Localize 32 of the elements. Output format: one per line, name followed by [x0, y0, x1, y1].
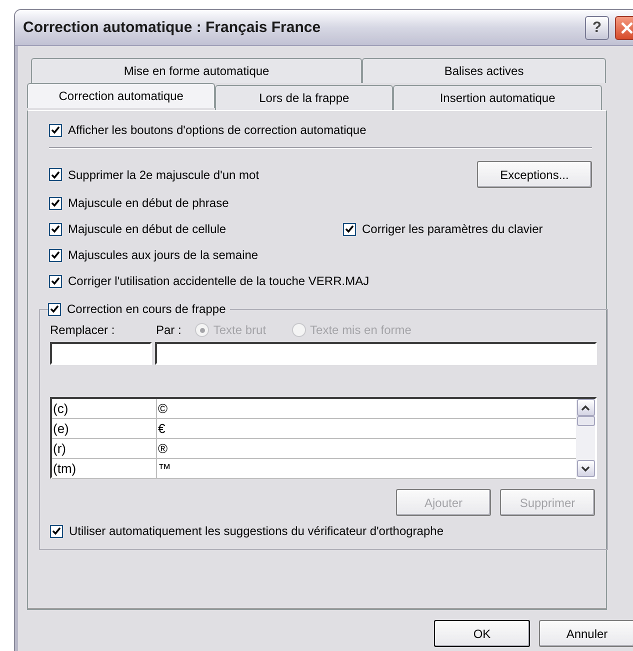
checkbox-label: Supprimer la 2e majuscule d'un mot	[68, 168, 260, 182]
dialog-button[interactable]: Annuler	[539, 620, 633, 647]
tab[interactable]: Lors de la frappe	[215, 85, 394, 110]
table-cell-text: ™	[157, 460, 172, 478]
replace-label: Remplacer :	[50, 323, 116, 337]
checkbox-option[interactable]: Afficher les boutons d'options de correction automatique	[49, 123, 606, 137]
table-cell: (e)	[52, 419, 157, 438]
checkbox-label: Majuscules aux jours de la semaine	[68, 248, 258, 262]
checkbox-option[interactable]: Majuscules aux jours de la semaine	[49, 248, 343, 262]
checkbox-option[interactable]: Majuscule en début de phrase	[49, 196, 343, 210]
table-cell-text: ®	[157, 440, 169, 458]
tab[interactable]: Correction automatique	[27, 83, 216, 108]
checkbox-option[interactable]: Supprimer la 2e majuscule d'un mot	[49, 168, 343, 182]
tab[interactable]: Mise en forme automatique	[31, 58, 362, 83]
checkbox-label: Afficher les boutons d'options de correction automatique	[68, 123, 366, 137]
table-cell-text: €	[157, 420, 166, 438]
table-cell: (tm)	[52, 459, 157, 478]
exceptions-button[interactable]: Exceptions...	[477, 161, 592, 188]
help-button[interactable]: ?	[585, 16, 609, 40]
table-cell-text: ©	[157, 400, 169, 418]
checkbox-label: Majuscule en début de phrase	[68, 196, 229, 210]
checkbox-option[interactable]: Utiliser automatiquement les suggestions du vérificateur d'orthographe	[50, 524, 597, 538]
table-cell: (c)	[52, 399, 157, 418]
checkbox-label: Utiliser automatiquement les suggestions du vérificateur d'orthographe	[69, 524, 444, 538]
tab[interactable]: Insertion automatique	[393, 85, 602, 110]
dialog-button[interactable]: OK	[434, 620, 530, 647]
checkbox-option[interactable]: Majuscule en début de cellule	[49, 222, 343, 236]
window-title: Correction automatique : Français France	[23, 19, 322, 36]
tab[interactable]: Balises actives	[362, 58, 606, 83]
with-label: Par :	[156, 323, 182, 337]
table-cell: (r)	[52, 439, 157, 458]
checkbox-label: Majuscule en début de cellule	[68, 222, 226, 236]
